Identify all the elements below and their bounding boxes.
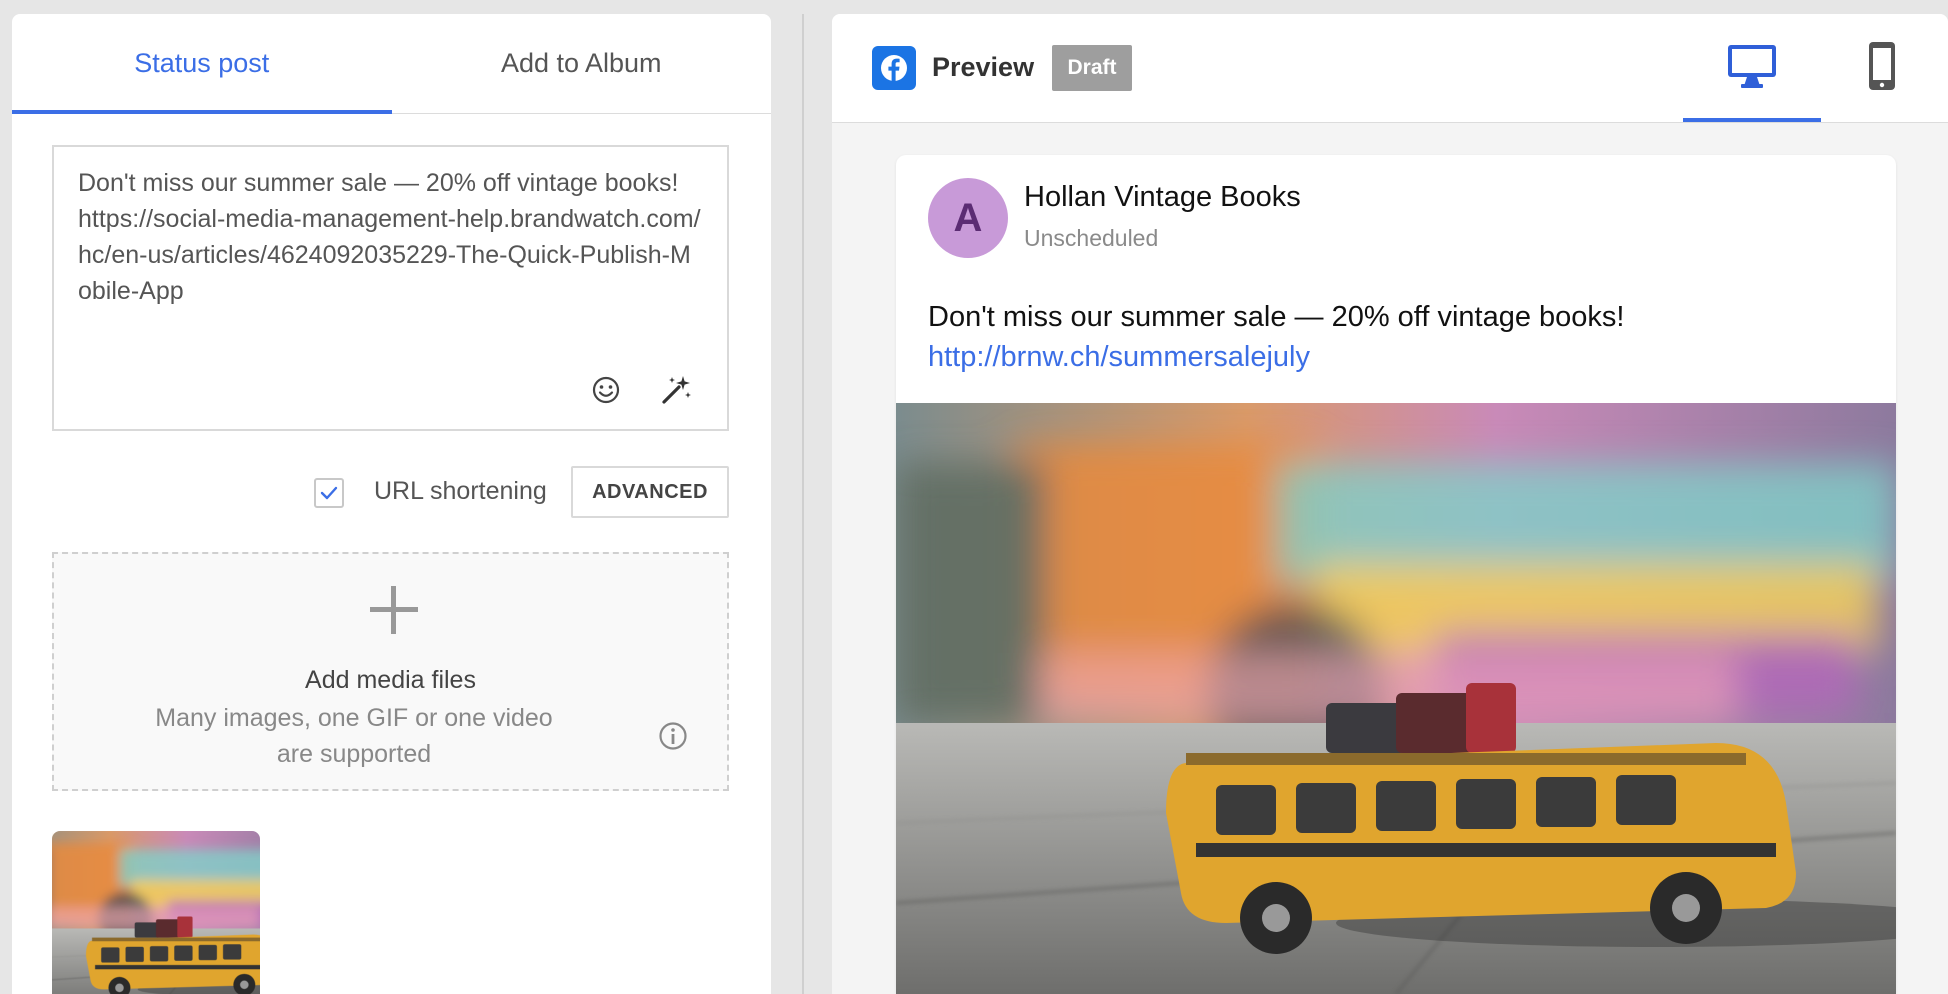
desktop-icon [1726, 42, 1778, 95]
url-shortening-label: URL shortening [374, 477, 547, 505]
emoji-icon[interactable] [589, 373, 623, 407]
toy-bus-photo [52, 831, 260, 994]
post-text-input[interactable]: Don't miss our summer sale — 20% off vin… [78, 165, 703, 309]
tab-add-to-album[interactable]: Add to Album [392, 14, 772, 113]
post-text: Don't miss our summer sale — 20% off vin… [928, 301, 1625, 333]
mobile-icon [1866, 40, 1898, 97]
plus-icon [368, 584, 420, 636]
url-shortening-row: URL shortening ADVANCED [52, 466, 729, 518]
avatar: A [928, 178, 1008, 258]
desktop-preview-button[interactable] [1683, 14, 1821, 122]
facebook-icon [872, 46, 916, 90]
composer-panel: Status post Add to Album Don't miss our … [12, 14, 771, 994]
media-thumbnail[interactable] [52, 831, 260, 994]
info-icon[interactable] [657, 720, 689, 752]
url-shortening-checkbox[interactable] [314, 478, 344, 508]
toy-bus-photo[interactable] [896, 403, 1896, 994]
page-name: Hollan Vintage Books [1024, 181, 1301, 213]
advanced-button[interactable]: ADVANCED [571, 466, 729, 518]
media-dropzone[interactable]: Add media files Many images, one GIF or … [52, 552, 729, 791]
facebook-post-preview: A Hollan Vintage Books Unscheduled Don't… [896, 155, 1896, 994]
check-icon [320, 486, 338, 500]
post-link[interactable]: http://brnw.ch/summersalejuly [928, 341, 1310, 374]
dropzone-title: Add media files [305, 666, 476, 694]
post-text-editor[interactable]: Don't miss our summer sale — 20% off vin… [52, 145, 729, 431]
preview-label: Preview [932, 52, 1035, 82]
magic-wand-icon[interactable] [659, 373, 693, 407]
mobile-preview-button[interactable] [1842, 14, 1922, 122]
status-badge: Draft [1052, 45, 1132, 91]
tab-status-post[interactable]: Status post [12, 14, 392, 114]
composer-tabs: Status post Add to Album [12, 14, 771, 114]
schedule-status: Unscheduled [1024, 225, 1159, 251]
preview-header: Preview Draft [832, 14, 1948, 123]
panel-divider [802, 14, 804, 994]
dropzone-subtitle: Many images, one GIF or one video are su… [155, 704, 553, 768]
preview-panel: Preview Draft A Hollan Vintage Books Uns… [832, 14, 1948, 994]
